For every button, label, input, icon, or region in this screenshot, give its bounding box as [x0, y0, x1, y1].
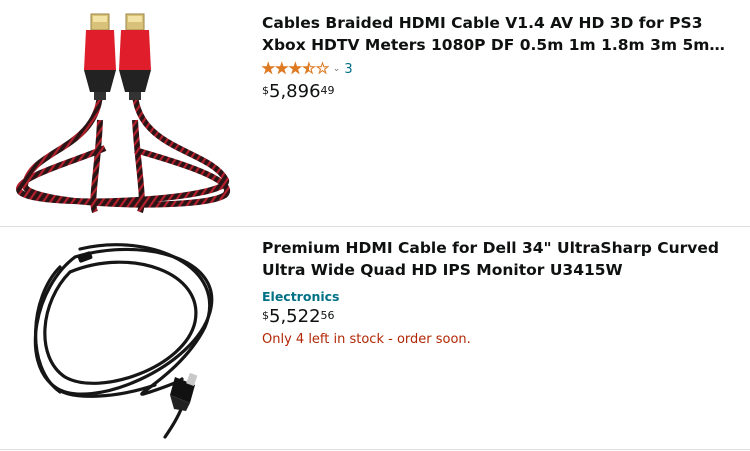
category-label[interactable]: Electronics	[262, 289, 740, 304]
result-divider	[0, 449, 750, 450]
price: $ 5,896 49	[262, 81, 740, 103]
price-fraction: 49	[320, 84, 335, 97]
chevron-down-icon[interactable]: ⌄	[333, 64, 341, 74]
price-symbol: $	[262, 84, 269, 97]
star-rating-icon[interactable]: ★★★★★ ★★★★★	[262, 61, 330, 78]
price-symbol: $	[262, 309, 269, 322]
rating-count-link[interactable]: 3	[344, 62, 352, 77]
result-info: Premium HDMI Cable for Dell 34" UltraSha…	[262, 237, 740, 347]
product-image-black-hdmi-cable[interactable]	[0, 227, 250, 447]
price: $ 5,522 56	[262, 306, 740, 328]
product-image-braided-hdmi-cable[interactable]	[0, 0, 250, 220]
search-result-1: Cables Braided HDMI Cable V1.4 AV HD 3D …	[0, 0, 750, 226]
stock-note: Only 4 left in stock - order soon.	[262, 332, 471, 347]
search-result-2: Premium HDMI Cable for Dell 34" UltraSha…	[0, 227, 750, 449]
product-title-link[interactable]: Cables Braided HDMI Cable V1.4 AV HD 3D …	[262, 12, 740, 56]
product-title-link[interactable]: Premium HDMI Cable for Dell 34" UltraSha…	[262, 237, 740, 281]
rating-row: ★★★★★ ★★★★★ ⌄ 3	[262, 61, 740, 78]
result-info: Cables Braided HDMI Cable V1.4 AV HD 3D …	[262, 12, 740, 103]
price-fraction: 56	[320, 309, 335, 322]
price-whole: 5,522	[269, 306, 321, 327]
price-whole: 5,896	[269, 81, 321, 102]
